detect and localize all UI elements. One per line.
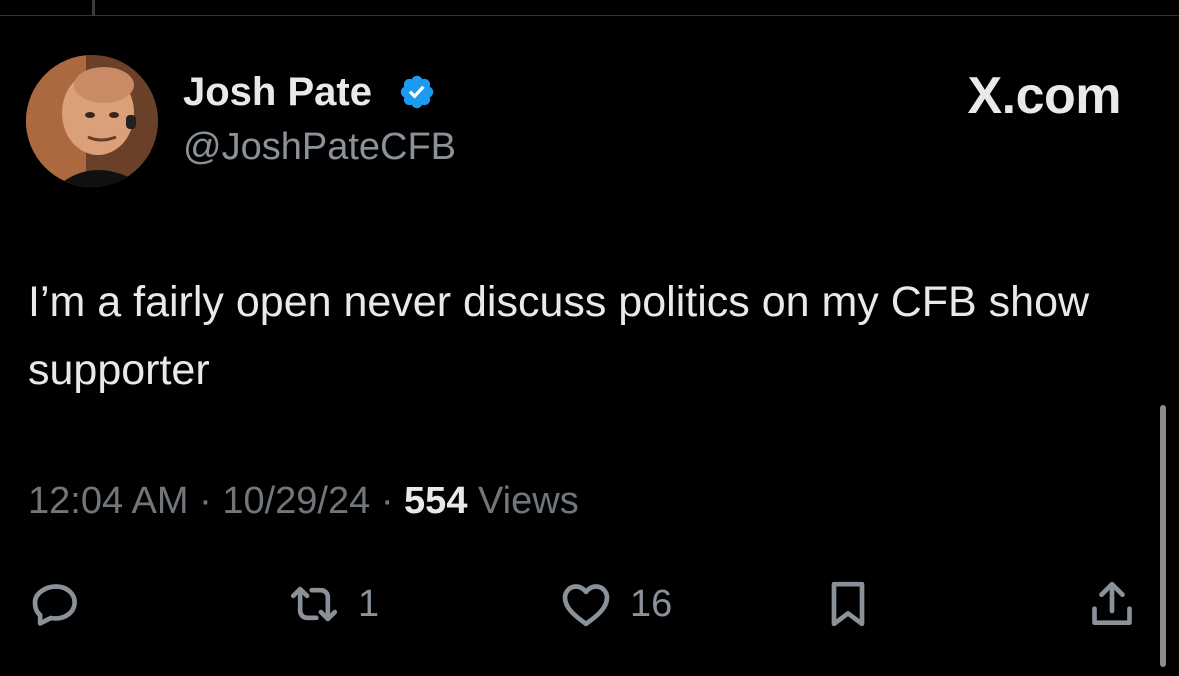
bookmark-button[interactable] — [820, 576, 876, 632]
tweet-date[interactable]: 10/29/24 — [222, 480, 370, 522]
meta-separator: · — [199, 480, 212, 522]
verified-badge-icon — [400, 75, 434, 109]
brand-label: X.com — [967, 67, 1121, 125]
retweet-button[interactable]: 1 — [284, 576, 379, 632]
views-count: 554 — [404, 480, 468, 522]
avatar[interactable] — [26, 55, 158, 187]
like-icon — [562, 584, 610, 627]
tweet-meta: 12:04 AM · 10/29/24 · 554 Views — [28, 478, 579, 524]
share-icon — [1092, 581, 1132, 625]
tweet-text: I’m a fairly open never discuss politics… — [28, 278, 1090, 394]
top-divider-tick — [92, 0, 95, 16]
retweet-count: 1 — [358, 583, 380, 625]
author-name[interactable]: Josh Pate — [183, 68, 372, 116]
meta-separator: · — [380, 480, 394, 522]
reply-icon — [32, 584, 77, 626]
top-divider — [0, 15, 1179, 16]
share-button[interactable] — [1084, 576, 1140, 632]
scrollbar[interactable] — [1160, 405, 1166, 667]
like-count: 16 — [630, 583, 673, 625]
views-label: Views — [478, 480, 579, 522]
bookmark-icon — [831, 581, 865, 627]
like-button[interactable]: 16 — [556, 576, 672, 632]
author-handle[interactable]: @JoshPateCFB — [183, 124, 456, 170]
avatar-image — [26, 55, 158, 187]
retweet-icon — [290, 586, 338, 622]
action-bar: 1 16 — [0, 576, 1179, 632]
reply-button[interactable] — [28, 576, 84, 632]
tweet-time[interactable]: 12:04 AM — [28, 480, 189, 522]
